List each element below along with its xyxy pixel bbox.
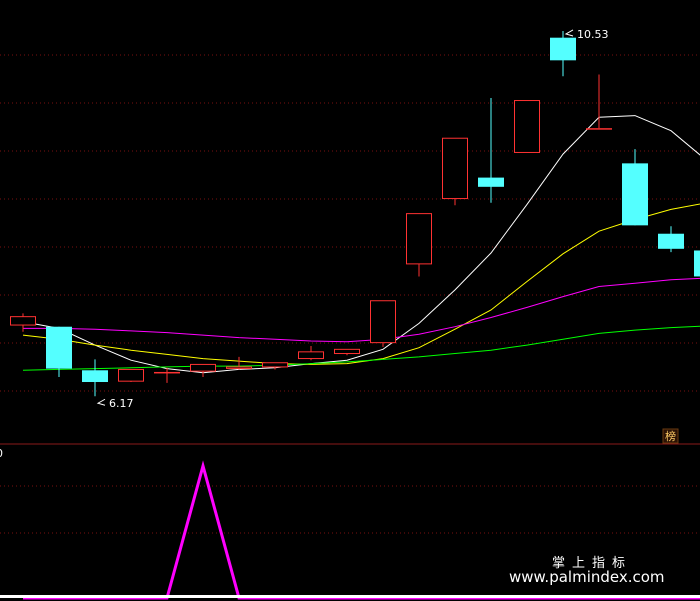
candle-body	[190, 363, 216, 372]
candle-body	[118, 368, 144, 382]
candle-13	[442, 137, 468, 206]
candle-body	[298, 351, 324, 360]
candle-body	[622, 163, 648, 226]
candle-body	[154, 371, 180, 374]
candle-body	[478, 177, 504, 187]
background	[0, 0, 700, 601]
candle-20	[694, 250, 700, 277]
candle-body	[658, 233, 684, 249]
candle-body	[226, 366, 252, 369]
stage: 10.536.17 榜 0 掌上指标 www.palmindex.com	[0, 0, 700, 601]
indicator-left-tick: 0	[0, 447, 3, 460]
candle-body	[586, 128, 612, 130]
candle-body	[82, 370, 108, 383]
candle-4	[118, 368, 144, 383]
candle-body	[442, 137, 468, 200]
candle-11	[370, 300, 396, 347]
candle-body	[550, 37, 576, 61]
annotation-label-2: 6.17	[109, 397, 134, 410]
candle-15	[514, 100, 540, 153]
candle-body	[370, 300, 396, 344]
candle-body	[694, 250, 700, 277]
watermark-url: www.palmindex.com	[509, 568, 665, 586]
candle-body	[406, 213, 432, 265]
annotation-label-1: 10.53	[577, 28, 609, 41]
tag-badge-text: 榜	[665, 429, 676, 443]
candle-body	[334, 348, 360, 355]
candle-body	[46, 326, 72, 369]
candle-body	[10, 316, 36, 326]
candle-body	[514, 100, 540, 153]
candle-body	[262, 362, 288, 368]
bottom-scrollbar[interactable]	[0, 595, 700, 598]
